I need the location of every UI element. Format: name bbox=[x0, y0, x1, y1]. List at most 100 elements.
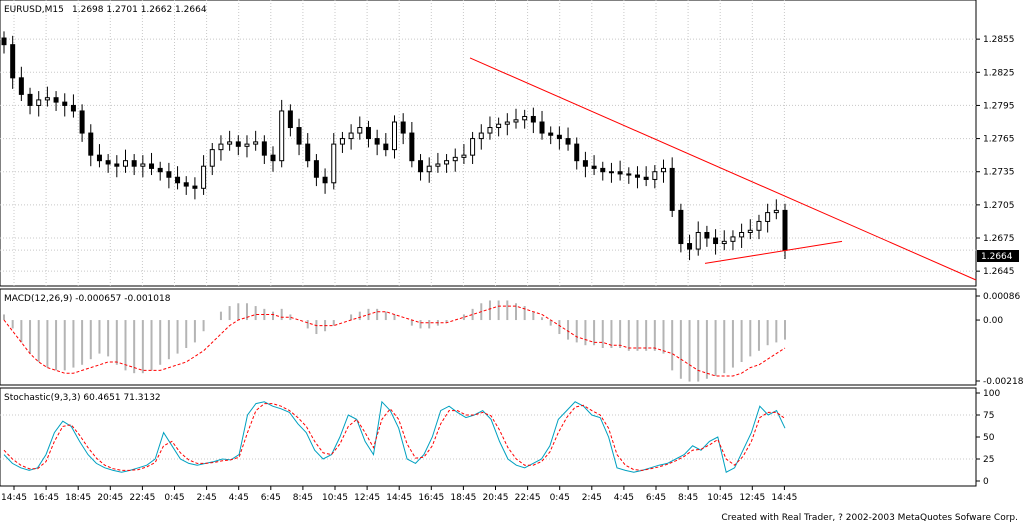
candle-body bbox=[418, 160, 424, 173]
candle-body bbox=[322, 176, 328, 184]
candle-body bbox=[695, 231, 701, 250]
candle-body bbox=[643, 176, 649, 180]
candle-body bbox=[166, 171, 172, 178]
price-tick-label: 1.2795 bbox=[983, 101, 1015, 111]
candle-body bbox=[357, 127, 363, 134]
time-tick-label: 22:45 bbox=[515, 493, 541, 503]
time-tick-label: 0:45 bbox=[164, 493, 184, 503]
candle-body bbox=[36, 99, 42, 106]
candle-body bbox=[522, 115, 528, 121]
time-tick-label: 8:45 bbox=[678, 493, 698, 503]
stochastic-tick-label: 100 bbox=[983, 389, 1000, 399]
price-tick-label: 1.2735 bbox=[983, 168, 1015, 178]
candle-body bbox=[452, 156, 458, 162]
price-tick-label: 1.2765 bbox=[983, 135, 1015, 145]
stochastic-tick-label: 0 bbox=[983, 477, 989, 487]
time-tick-label: 16:45 bbox=[418, 493, 444, 503]
time-tick-label: 14:45 bbox=[1, 493, 27, 503]
candle-body bbox=[313, 160, 319, 178]
candle-body bbox=[279, 110, 285, 162]
candle-body bbox=[339, 138, 345, 145]
macd-tick-label: 0.00 bbox=[983, 316, 1003, 326]
time-tick-label: 14:45 bbox=[386, 493, 412, 503]
candle-body bbox=[79, 110, 85, 134]
time-axis: 14:45 16:45 18:45 20:45 22:45 0:45 2:45 4:45 6:4… bbox=[1, 486, 797, 503]
candle-body bbox=[27, 93, 33, 106]
candle-body bbox=[1, 37, 7, 46]
candle-body bbox=[175, 176, 181, 184]
candle-body bbox=[331, 143, 337, 184]
trading-chart: EURUSD,M15 1.2698 1.2701 1.2662 1.2664 1… bbox=[0, 0, 1024, 523]
candle-body bbox=[513, 119, 519, 123]
candle-body bbox=[157, 167, 163, 173]
time-tick-label: 0:45 bbox=[550, 493, 570, 503]
time-tick-label: 14:45 bbox=[771, 493, 797, 503]
candle-body bbox=[53, 97, 59, 103]
candle-body bbox=[96, 154, 102, 162]
candle-body bbox=[747, 229, 753, 233]
candle-body bbox=[661, 167, 667, 173]
candle-body bbox=[773, 209, 779, 214]
macd-pane: MACD(12,26,9) -0.000657 -0.001018 0.0008… bbox=[0, 288, 1024, 387]
candle-body bbox=[209, 149, 215, 167]
macd-tick-label: -0.00218 bbox=[983, 377, 1024, 387]
candle-body bbox=[10, 44, 16, 79]
stochastic-title: Stochastic(9,3,3) 60.4651 71.3132 bbox=[4, 393, 161, 403]
time-tick-label: 8:45 bbox=[293, 493, 313, 503]
candle-body bbox=[149, 163, 155, 169]
candle-body bbox=[192, 185, 198, 189]
stochastic-y-ticks: 100 75 50 25 0 bbox=[976, 389, 1000, 487]
candle-body bbox=[739, 231, 745, 238]
candle-body bbox=[365, 127, 371, 140]
candle-body bbox=[704, 231, 710, 239]
candle-body bbox=[105, 160, 111, 165]
time-tick-label: 10:45 bbox=[707, 493, 733, 503]
time-tick-label: 12:45 bbox=[739, 493, 765, 503]
candle-body bbox=[617, 171, 623, 175]
candle-body bbox=[270, 154, 276, 162]
candle-body bbox=[539, 121, 545, 134]
time-tick-label: 18:45 bbox=[450, 493, 476, 503]
candle-body bbox=[88, 132, 94, 156]
candle-body bbox=[713, 237, 719, 245]
stochastic-tick-label: 75 bbox=[983, 411, 994, 421]
candle-body bbox=[591, 165, 597, 169]
candle-body bbox=[426, 165, 432, 173]
candle-body bbox=[669, 167, 675, 211]
candle-body bbox=[730, 236, 736, 242]
candle-body bbox=[608, 171, 614, 174]
candle-body bbox=[18, 77, 24, 95]
candle-body bbox=[687, 243, 693, 250]
time-tick-label: 6:45 bbox=[646, 493, 666, 503]
candle-body bbox=[487, 127, 493, 134]
candle-body bbox=[235, 141, 241, 147]
price-tick-label: 1.2705 bbox=[983, 201, 1015, 211]
time-tick-label: 20:45 bbox=[483, 493, 509, 503]
candle-body bbox=[435, 163, 441, 167]
time-tick-label: 16:45 bbox=[33, 493, 59, 503]
stochastic-tick-label: 50 bbox=[983, 433, 995, 443]
price-tick-label: 1.2645 bbox=[983, 267, 1015, 277]
price-title: EURUSD,M15 bbox=[4, 5, 64, 15]
time-tick-label: 10:45 bbox=[322, 493, 348, 503]
time-tick-label: 20:45 bbox=[97, 493, 123, 503]
candle-body bbox=[782, 209, 788, 251]
candle-body bbox=[140, 163, 146, 167]
candle-body bbox=[201, 165, 207, 189]
time-tick-label: 4:45 bbox=[614, 493, 634, 503]
candle-body bbox=[565, 138, 571, 145]
candle-body bbox=[383, 143, 389, 151]
ohlc-header: 1.2698 1.2701 1.2662 1.2664 bbox=[72, 5, 207, 15]
macd-title: MACD(12,26,9) -0.000657 -0.001018 bbox=[4, 294, 171, 304]
candle-body bbox=[44, 97, 50, 101]
candle-body bbox=[444, 160, 450, 165]
candle-body bbox=[261, 141, 267, 156]
macd-tick-label: 0.00086 bbox=[983, 292, 1020, 302]
candle-body bbox=[721, 240, 727, 245]
time-tick-label: 22:45 bbox=[129, 493, 155, 503]
candle-body bbox=[114, 163, 120, 167]
candle-body bbox=[227, 141, 233, 145]
candle-body bbox=[374, 138, 380, 145]
stochastic-tick-label: 25 bbox=[983, 455, 994, 465]
time-tick-label: 6:45 bbox=[261, 493, 281, 503]
